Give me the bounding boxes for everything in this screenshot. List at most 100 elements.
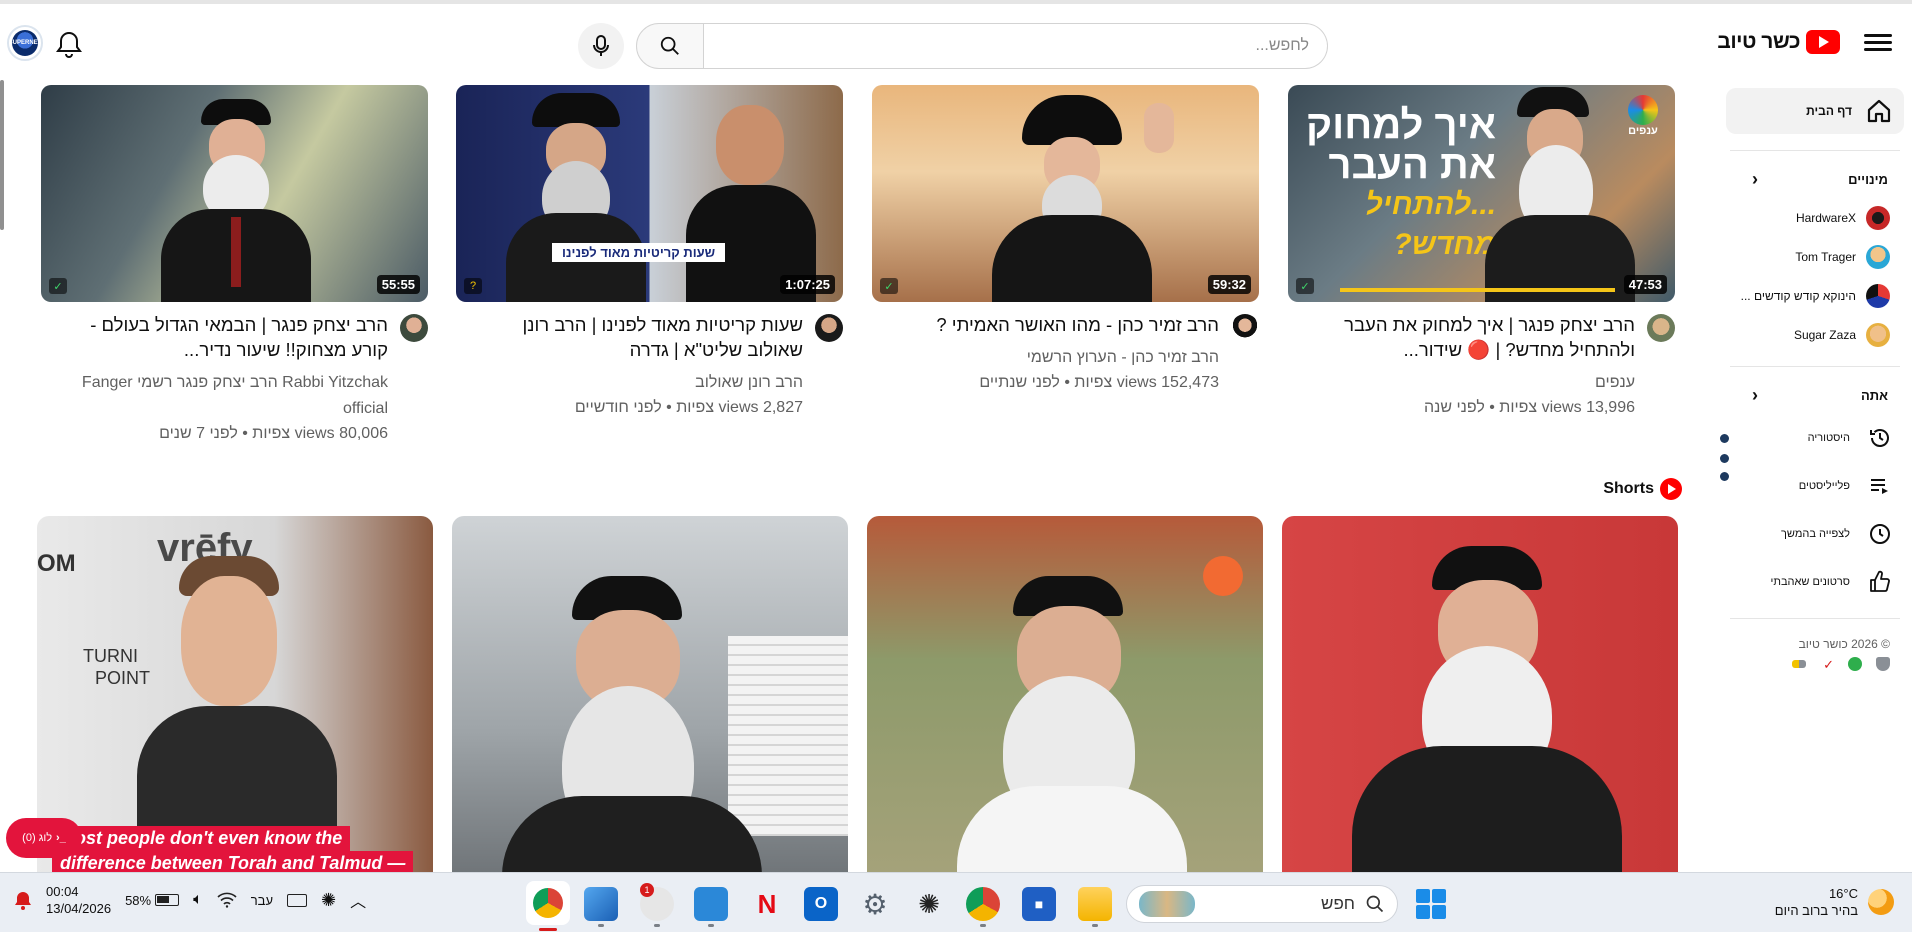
video-title[interactable]: הרב זמיר כהן - מהו האושר האמיתי ?	[908, 312, 1219, 337]
video-thumbnail[interactable]: שעות קריטיות מאוד לפנינו ? 1:07:25	[456, 85, 843, 302]
sidebar-item-home[interactable]: דף הבית	[1726, 88, 1904, 134]
sidebar-item-subscription[interactable]: Tom Trager	[1712, 237, 1912, 276]
subscriptions-header[interactable]: מינויים ‹	[1712, 159, 1912, 198]
snipping-tool-icon[interactable]: 1	[640, 883, 674, 927]
suit	[992, 215, 1152, 302]
video-title[interactable]: שעות קריטיות מאוד לפנינו | הרב רונן שאול…	[492, 312, 804, 362]
channel-avatar	[1866, 322, 1890, 347]
start-button[interactable]	[1416, 889, 1446, 919]
language-indicator[interactable]: עבר	[251, 893, 273, 908]
video-card[interactable]: ✓ 55:55 הרב יצחק פנגר | הבמאי הגדול בעול…	[41, 85, 428, 446]
video-card[interactable]: שעות קריטיות מאוד לפנינו ? 1:07:25 שעות …	[456, 85, 843, 420]
video-thumbnail[interactable]: איך למחוק את העבר ...להתחיל מחדש? ענפים …	[1288, 85, 1675, 302]
sidebar-item-liked[interactable]: סרטונים שאהבתי	[1712, 558, 1912, 606]
video-title[interactable]: הרב יצחק פנגר | הבמאי הגדול בעולם - קורע…	[77, 312, 388, 362]
battery-fill	[157, 896, 170, 903]
terminal-icon: ›_	[56, 832, 66, 844]
person-figure	[1352, 546, 1622, 876]
voice-search-button[interactable]	[578, 23, 624, 69]
video-duration: 55:55	[376, 275, 420, 294]
chatgpt-icon[interactable]: ✺	[912, 887, 946, 921]
alert-bell-icon[interactable]	[14, 890, 32, 910]
notepad-icon[interactable]	[694, 887, 728, 927]
channel-avatar[interactable]	[815, 314, 843, 342]
chrome-profile-icon[interactable]	[966, 887, 1000, 927]
suit	[502, 796, 762, 876]
subscription-label: HardwareX	[1795, 210, 1856, 225]
brand-text: ענפים	[1628, 125, 1658, 137]
video-stats: 80,006 views צפיות • לפני 7 שנים	[159, 425, 388, 442]
channel-name[interactable]: הרב רונן שאולוב	[492, 370, 803, 396]
video-thumbnail[interactable]: ✓ 55:55	[41, 85, 428, 302]
video-card[interactable]: ✓ 59:32 הרב זמיר כהן - מהו האושר האמיתי …	[872, 85, 1259, 395]
copilot-icon[interactable]: ✺	[321, 890, 336, 911]
windows-logo-icon	[1432, 889, 1446, 903]
scrollbar[interactable]	[0, 80, 4, 230]
wifi-icon[interactable]	[217, 892, 237, 908]
person-figure	[502, 576, 762, 876]
channel-name[interactable]: Rabbi Yitzchak הרב יצחק פנגר רשמי Fanger…	[77, 370, 388, 422]
clock[interactable]: 00:04 13/04/2026	[46, 883, 111, 917]
photos-icon[interactable]	[584, 887, 618, 927]
status-dot	[1720, 434, 1729, 443]
taskbar-search-label: חפש	[1321, 894, 1355, 913]
short-card[interactable]	[452, 516, 848, 876]
chevron-up-icon[interactable]: ︿	[350, 888, 366, 912]
video-title[interactable]: הרב יצחק פנגר | איך למחוק את העבר ולהתחי…	[1324, 312, 1635, 362]
divider	[1730, 618, 1900, 619]
channel-avatar[interactable]	[1647, 314, 1675, 342]
weather-widget[interactable]: 16°C בהיר ברוב היום	[1775, 885, 1894, 919]
channel-avatar[interactable]	[1231, 314, 1259, 342]
person-figure	[151, 99, 321, 302]
watched-check-icon: ✓	[880, 278, 898, 294]
channel-avatar[interactable]	[400, 314, 428, 342]
thumbnail-text-block: איך למחוק את העבר ...להתחיל מחדש?	[1306, 105, 1496, 265]
person-figure	[992, 95, 1152, 302]
taskbar-search[interactable]: חפש	[1126, 885, 1398, 923]
video-card[interactable]: איך למחוק את העבר ...להתחיל מחדש? ענפים …	[1288, 85, 1675, 420]
battery-status[interactable]: 58%	[125, 893, 180, 908]
settings-icon[interactable]: ⚙	[858, 887, 892, 921]
channel-name[interactable]: ענפים	[1324, 370, 1635, 396]
channel-name[interactable]: הרב זמיר כהן - הערוץ הרשמי	[908, 345, 1219, 371]
sidebar-item-playlists[interactable]: פלייליסטים	[1712, 462, 1912, 510]
video-duration: 47:53	[1623, 275, 1667, 294]
sidebar-item-history[interactable]: היסטוריה	[1712, 414, 1912, 463]
keyboard-icon[interactable]	[287, 893, 308, 907]
shorts-header[interactable]: Shorts	[1603, 478, 1682, 500]
chrome-icon[interactable]	[526, 881, 570, 931]
short-card[interactable]	[867, 516, 1263, 876]
raised-hand	[1144, 103, 1174, 153]
signal-icon	[1792, 660, 1806, 668]
volume-icon[interactable]: 🔈︎	[193, 891, 203, 909]
logo[interactable]: כשר טיוב	[1717, 30, 1840, 54]
short-card[interactable]: vrēfy OM TURNI POINT	[37, 516, 433, 876]
bell-icon	[56, 31, 82, 58]
video-duration: 59:32	[1207, 275, 1251, 294]
short-card[interactable]	[1282, 516, 1678, 876]
tie	[231, 217, 241, 287]
menu-icon[interactable]	[1864, 30, 1892, 54]
video-thumbnail[interactable]: ✓ 59:32	[872, 85, 1259, 302]
sidebar-item-subscription[interactable]: הינוקא קודש קודשים ...	[1712, 276, 1912, 315]
clock-date: 13/04/2026	[46, 901, 112, 916]
account-avatar[interactable]: SUPERNET	[7, 25, 43, 61]
search-button[interactable]	[636, 23, 704, 69]
you-header[interactable]: אתה ‹	[1712, 375, 1912, 414]
thumbnail-text: איך למחוק	[1306, 103, 1497, 147]
search-input[interactable]	[704, 23, 1328, 69]
sign-text: OM	[37, 550, 76, 577]
sidebar-item-subscription[interactable]: Sugar Zaza	[1712, 315, 1912, 354]
store-icon[interactable]: ■	[1022, 887, 1056, 921]
outlook-icon[interactable]: O	[804, 887, 838, 921]
search-highlight-image	[1139, 891, 1195, 917]
suit	[1352, 746, 1622, 876]
live-log-button[interactable]: לוג (0) ›_	[6, 818, 82, 858]
notifications-button[interactable]	[56, 30, 82, 63]
subscriptions-title: מינויים	[1848, 172, 1888, 187]
file-explorer-icon[interactable]	[1078, 887, 1112, 927]
netflix-icon[interactable]: N	[750, 887, 784, 921]
thumbnail-text: את העבר	[1328, 143, 1497, 187]
sidebar-item-watch-later[interactable]: לצפייה בהמשך	[1712, 510, 1912, 558]
sidebar-item-subscription[interactable]: HardwareX	[1712, 198, 1912, 237]
